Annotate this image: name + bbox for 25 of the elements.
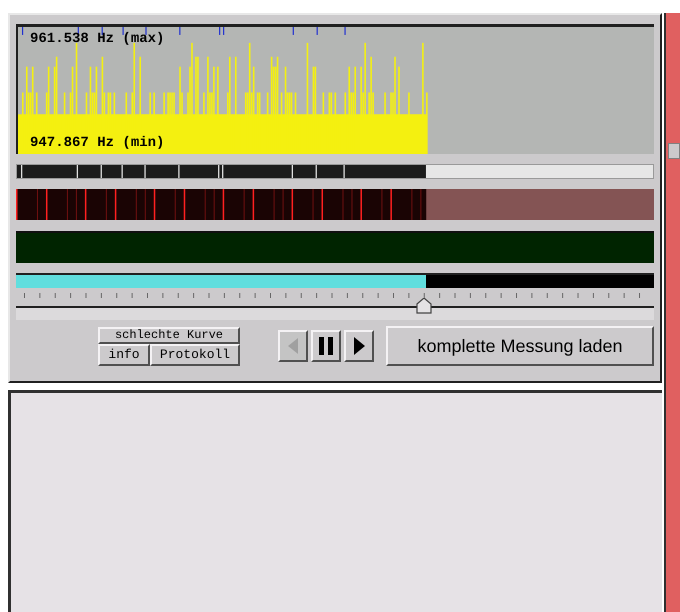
max-frequency-label: 961.538 Hz (max) [30,32,164,46]
bad-curve-button[interactable]: schlechte Kurve [98,326,240,344]
load-measurement-button[interactable]: komplette Messung laden [386,326,654,366]
peak-marker [102,27,103,35]
slider[interactable] [16,298,654,320]
peak-marker [344,27,346,35]
peak-marker [316,27,318,35]
peak-marker [179,27,180,35]
peak-marker [292,27,294,35]
pause-icon [319,337,333,355]
protocol-button[interactable]: Protokoll [150,344,240,366]
back-icon [288,338,298,354]
play-button[interactable] [344,330,374,362]
slider-thumb[interactable] [416,298,432,314]
peak-marker [219,27,220,35]
play-icon [354,337,364,355]
peak-marker [78,27,79,35]
peak-marker [122,27,124,35]
peak-marker [145,27,147,35]
peak-marker [223,27,224,35]
scrollbar-thumb[interactable] [668,143,680,159]
pause-button[interactable] [311,330,341,362]
info-button[interactable]: info [98,344,150,366]
peak-marker [22,27,24,35]
min-frequency-label: 947.867 Hz (min) [30,136,164,150]
